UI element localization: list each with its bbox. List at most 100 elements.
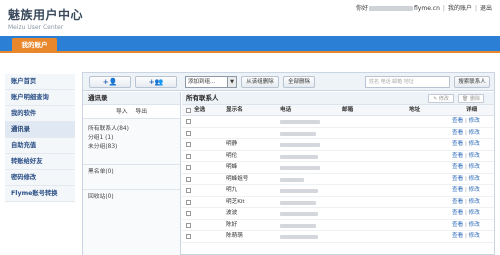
contacts-table: 所有联系人 ✎ 修改 🗑 删除 全选 显示名 电话 邮箱 地址 详细 查看 | …	[182, 92, 494, 255]
table-row[interactable]: 明静 查看 | 修改	[182, 139, 494, 151]
row-checkbox[interactable]	[186, 188, 191, 193]
row-checkbox[interactable]	[186, 119, 191, 124]
view-link[interactable]: 查看	[452, 130, 463, 136]
row-checkbox[interactable]	[186, 142, 191, 147]
view-link[interactable]: 查看	[452, 187, 463, 193]
import-export-row: 导入 导出	[83, 105, 180, 119]
table-row[interactable]: 明九 查看 | 修改	[182, 185, 494, 197]
modify-link[interactable]: 修改	[469, 222, 480, 228]
col-name: 显示名	[226, 107, 243, 113]
row-actions: 查看 | 修改	[452, 187, 480, 193]
view-link[interactable]: 查看	[452, 222, 463, 228]
contacts-header: 所有联系人 ✎ 修改 🗑 删除	[182, 92, 494, 105]
contacts-title: 所有联系人	[186, 94, 219, 102]
view-link[interactable]: 查看	[452, 118, 463, 124]
sidebar-item-contacts[interactable]: 通讯录	[5, 122, 75, 138]
logout-link[interactable]: 退出	[480, 5, 492, 12]
modify-link[interactable]: 修改	[469, 176, 480, 182]
contact-name: 明九	[226, 187, 238, 193]
phone-redacted	[280, 212, 318, 216]
contacts-panel: +👤 +👥 添加到组... ▼ 从该组删除 全部删除 姓名 电话 邮箱 地址 搜…	[82, 72, 495, 255]
group-ungrouped[interactable]: 未分组(83)	[83, 143, 180, 152]
table-row[interactable]: 明蜂 查看 | 修改	[182, 162, 494, 174]
import-link[interactable]: 导入	[116, 109, 128, 115]
phone-redacted	[280, 154, 318, 159]
group-recycle-bin[interactable]: 回收站(0)	[83, 193, 180, 202]
table-row[interactable]: 明蜂姐号 查看 | 修改	[182, 174, 494, 185]
row-checkbox[interactable]	[186, 222, 191, 228]
group-item-1[interactable]: 分组1 (1)	[83, 134, 180, 143]
sidebar-item-my-software[interactable]: 我的软件	[5, 106, 75, 122]
contact-name: 明蜂姐号	[226, 175, 249, 182]
tab-my-account[interactable]: 我的账户	[12, 38, 57, 53]
table-row[interactable]: 查看 | 修改	[182, 116, 494, 128]
modify-link[interactable]: 修改	[469, 233, 480, 239]
add-to-group-value: 添加到组...	[188, 79, 216, 85]
table-row[interactable]: 陈好 查看 | 修改	[182, 220, 494, 231]
brand-logo[interactable]: 魅族用户中心 Meizu User Center	[8, 6, 83, 31]
modify-link[interactable]: 修改	[469, 187, 480, 193]
brand-subtitle: Meizu User Center	[8, 24, 64, 31]
greeting-domain: flyme.cn	[414, 5, 440, 12]
group-blacklist[interactable]: 黑名单(0)	[83, 168, 180, 177]
row-actions: 查看 | 修改	[452, 129, 480, 136]
table-row[interactable]: 陈萌萌 查看 | 修改	[182, 231, 494, 243]
add-contact-button[interactable]: +👤	[89, 76, 131, 88]
row-checkbox[interactable]	[186, 153, 191, 159]
row-actions: 查看 | 修改	[452, 210, 480, 216]
row-checkbox[interactable]	[186, 211, 191, 216]
username-redacted	[369, 6, 414, 11]
sidebar-item-account-details[interactable]: 账户明细查询	[5, 90, 75, 106]
delete-label: 删除	[469, 96, 480, 102]
row-actions: 查看 | 修改	[452, 152, 480, 159]
view-link[interactable]: 查看	[452, 233, 463, 239]
phone-redacted	[280, 166, 320, 170]
view-link[interactable]: 查看	[452, 153, 463, 159]
modify-link[interactable]: 修改	[469, 141, 480, 147]
row-actions: 查看 | 修改	[452, 164, 480, 170]
row-checkbox[interactable]	[186, 165, 191, 170]
select-all-checkbox[interactable]	[186, 108, 191, 113]
modify-link[interactable]: 修改	[469, 118, 480, 124]
export-link[interactable]: 导出	[135, 109, 147, 115]
table-row[interactable]: 波波 查看 | 修改	[182, 208, 494, 220]
sidebar-item-recharge[interactable]: 自助充值	[5, 138, 75, 154]
sidebar-item-flyme-convert[interactable]: Flyme账号转换	[5, 186, 75, 202]
edit-contact-button[interactable]: ✎ 修改	[428, 94, 454, 103]
row-checkbox[interactable]	[186, 130, 191, 136]
row-checkbox[interactable]	[186, 199, 191, 205]
top-links: 你好 flyme.cn | 我的账户 | 退出	[356, 5, 492, 12]
delete-contact-button[interactable]: 🗑 删除	[458, 94, 484, 103]
view-link[interactable]: 查看	[452, 176, 463, 182]
view-link[interactable]: 查看	[452, 199, 463, 205]
group-all-contacts[interactable]: 所有联系人(84)	[83, 125, 180, 134]
delete-all-button[interactable]: 全部删除	[283, 76, 315, 88]
contact-search-input[interactable]: 姓名 电话 邮箱 地址	[365, 76, 450, 88]
chevron-down-icon: ▼	[227, 77, 236, 87]
my-account-link[interactable]: 我的账户	[448, 5, 472, 12]
modify-link[interactable]: 修改	[469, 210, 480, 216]
remove-from-group-button[interactable]: 从该组删除	[241, 76, 279, 88]
row-checkbox[interactable]	[186, 234, 191, 239]
view-link[interactable]: 查看	[452, 141, 463, 147]
modify-link[interactable]: 修改	[469, 153, 480, 159]
view-link[interactable]: 查看	[452, 164, 463, 170]
contact-name: 明芝Kit	[226, 198, 245, 205]
modify-link[interactable]: 修改	[469, 130, 480, 136]
view-link[interactable]: 查看	[452, 210, 463, 216]
modify-link[interactable]: 修改	[469, 199, 480, 205]
row-checkbox[interactable]	[186, 176, 191, 182]
add-group-button[interactable]: +👥	[135, 76, 177, 88]
table-row[interactable]: 明伦 查看 | 修改	[182, 151, 494, 162]
sidebar-item-transfer[interactable]: 转账给好友	[5, 154, 75, 170]
table-row[interactable]: 明芝Kit 查看 | 修改	[182, 197, 494, 208]
sidebar: 账户首页 账户明细查询 我的软件 通讯录 自助充值 转账给好友 密码修改 Fly…	[5, 74, 75, 202]
sidebar-item-password[interactable]: 密码修改	[5, 170, 75, 186]
add-to-group-select[interactable]: 添加到组... ▼	[185, 76, 237, 88]
table-row[interactable]: 查看 | 修改	[182, 128, 494, 139]
sidebar-item-account-home[interactable]: 账户首页	[5, 74, 75, 90]
search-contacts-button[interactable]: 搜索联系人	[454, 76, 490, 88]
modify-link[interactable]: 修改	[469, 164, 480, 170]
phone-redacted	[280, 143, 320, 147]
col-email: 邮箱	[342, 107, 354, 113]
